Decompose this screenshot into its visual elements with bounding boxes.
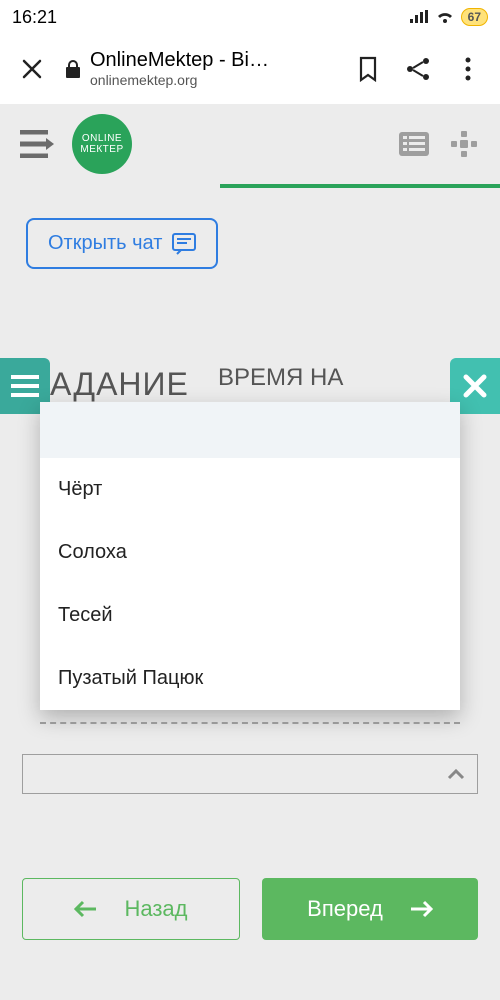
- header-underline: [220, 184, 500, 188]
- bookmark-icon[interactable]: [350, 51, 386, 87]
- page-content: ONLINE МЕКТЕР Открыть чат АДАНИЕ ВРЕМЯ Н…: [0, 104, 500, 1000]
- page-title: OnlineMektep - Bi…: [90, 49, 269, 72]
- task-heading: АДАНИЕ: [50, 366, 189, 403]
- timer-label: ВРЕМЯ НА: [218, 364, 343, 392]
- status-icons: 67: [409, 8, 488, 26]
- lock-icon: [64, 59, 82, 79]
- arrow-left-icon: [74, 900, 96, 918]
- back-button[interactable]: Назад: [22, 878, 240, 940]
- logo-line2: МЕКТЕР: [80, 144, 123, 155]
- open-chat-label: Открыть чат: [48, 232, 162, 255]
- share-icon[interactable]: [400, 51, 436, 87]
- open-chat-button[interactable]: Открыть чат: [26, 218, 218, 269]
- forward-button[interactable]: Вперед: [262, 878, 478, 940]
- select-field[interactable]: [22, 754, 478, 794]
- close-icon[interactable]: [14, 51, 50, 87]
- nav-toggle-icon[interactable]: [20, 130, 54, 158]
- dropdown-option[interactable]: Солоха: [40, 521, 460, 584]
- forward-label: Вперед: [307, 896, 383, 922]
- app-logo[interactable]: ONLINE МЕКТЕР: [72, 114, 132, 174]
- dropdown-popup: Чёрт Солоха Тесей Пузатый Пацюк: [40, 402, 460, 710]
- list-icon[interactable]: [398, 128, 430, 160]
- address-bar[interactable]: OnlineMektep - Bi… onlinemektep.org: [64, 49, 336, 88]
- wifi-icon: [435, 10, 455, 24]
- dropdown-option[interactable]: Чёрт: [40, 458, 460, 521]
- arrow-right-icon: [411, 900, 433, 918]
- logo-line1: ONLINE: [82, 133, 122, 144]
- browser-bar: OnlineMektep - Bi… onlinemektep.org: [0, 34, 500, 104]
- back-label: Назад: [124, 896, 187, 922]
- signal-icon: [409, 10, 429, 24]
- app-header: ONLINE МЕКТЕР: [0, 104, 500, 184]
- divider: [40, 722, 460, 724]
- clock: 16:21: [12, 7, 57, 28]
- chat-icon: [172, 233, 196, 255]
- chevron-up-icon: [447, 768, 465, 780]
- page-host: onlinemektep.org: [90, 72, 269, 88]
- status-bar: 16:21 67: [0, 0, 500, 34]
- dropdown-header: [40, 402, 460, 458]
- nav-buttons: Назад Вперед: [22, 878, 478, 940]
- globe-icon[interactable]: [448, 128, 480, 160]
- dropdown-option[interactable]: Тесей: [40, 584, 460, 647]
- more-icon[interactable]: [450, 51, 486, 87]
- battery-indicator: 67: [461, 8, 488, 26]
- dropdown-option[interactable]: Пузатый Пацюк: [40, 647, 460, 710]
